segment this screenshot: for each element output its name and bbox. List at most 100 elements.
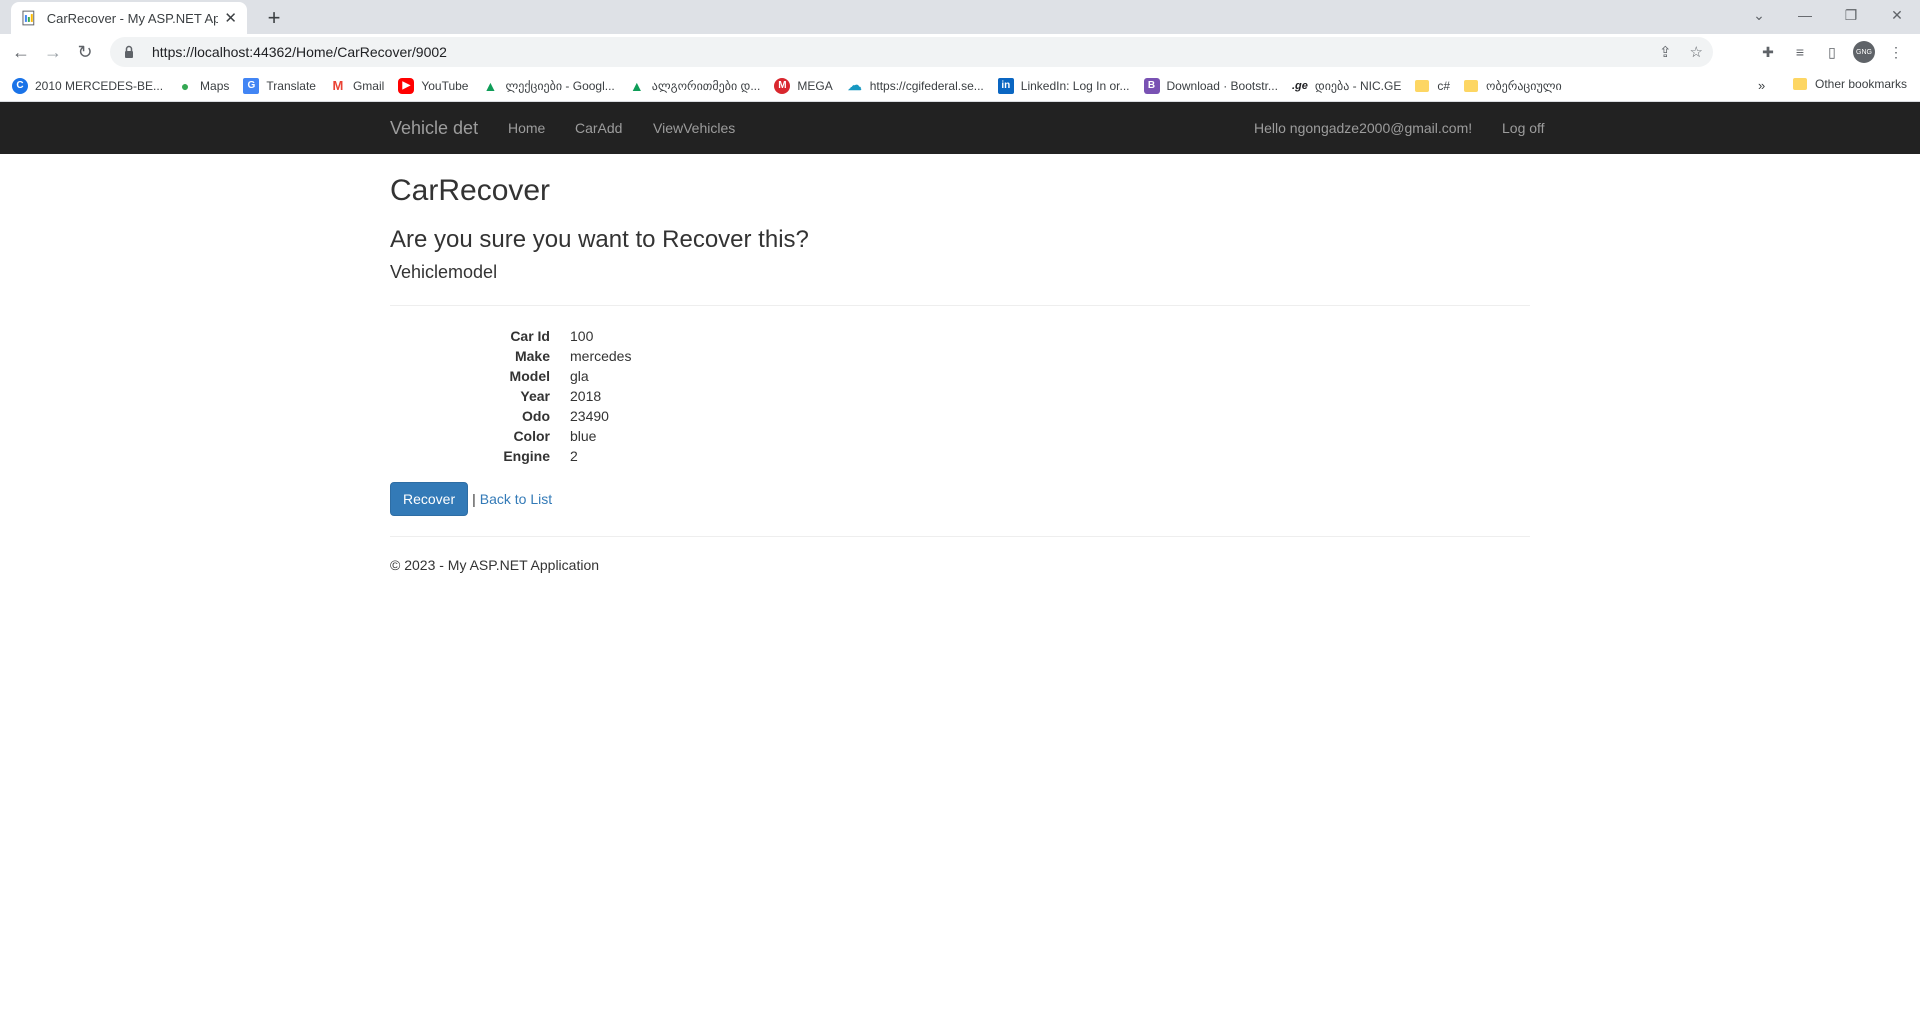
bookmarks-bar: C 2010 MERCEDES-BE... ● Maps G Translate MG…	[0, 70, 1920, 102]
form-actions: Recover | Back to List	[390, 482, 1530, 516]
tab-title: CarRecover - My ASP.NET Applic	[46, 10, 219, 26]
footer-copyright: © 2023 - My ASP.NET Application	[390, 557, 600, 573]
extensions-puzzle-icon[interactable]: ✚	[1756, 36, 1780, 68]
bookmark-item[interactable]: ☁ https://cgifederal.se...	[847, 77, 984, 94]
nav-link-home[interactable]: Home	[508, 120, 545, 136]
detail-label: Odo	[522, 408, 550, 424]
bookmark-item[interactable]: ● Maps	[177, 77, 230, 94]
web-page: Vehicle det Home CarAdd ViewVehicles Hel…	[0, 102, 1920, 1033]
back-to-list-link[interactable]: Back to List	[480, 491, 552, 507]
folder-icon	[1464, 79, 1479, 92]
restore-icon[interactable]: ❐	[1828, 0, 1874, 30]
detail-label: Make	[514, 348, 550, 364]
detail-value: blue	[570, 428, 597, 444]
recover-button[interactable]: Recover	[390, 482, 469, 516]
detail-label: Car Id	[510, 328, 550, 344]
translate-icon: G	[243, 77, 260, 94]
detail-row: Color blue	[390, 426, 1530, 446]
detail-value: 2018	[570, 388, 602, 404]
address-bar[interactable]: https://localhost:44362/Home/CarRecover/…	[110, 37, 1713, 67]
page-icon	[22, 10, 35, 26]
tab-close-icon[interactable]: ✕	[224, 9, 237, 27]
bookmark-item[interactable]: ▶ YouTube	[398, 77, 468, 94]
model-heading: Vehiclemodel	[390, 262, 498, 282]
tab-strip: CarRecover - My ASP.NET Applic ✕ + ⌄ — ❐…	[0, 0, 1920, 34]
window-close-icon[interactable]: ✕	[1874, 0, 1920, 30]
detail-row: Engine 2	[390, 446, 1530, 466]
bookmarks-overflow-icon[interactable]: »	[1758, 78, 1765, 93]
folder-icon	[1415, 79, 1430, 92]
body-content: CarRecover Are you sure you want to Reco…	[390, 154, 1530, 573]
divider	[390, 305, 1530, 306]
bookmark-item[interactable]: C 2010 MERCEDES-BE...	[12, 77, 163, 94]
nav-link-viewvehicles[interactable]: ViewVehicles	[653, 120, 735, 136]
drive-icon: ▲	[483, 77, 498, 94]
page-title: CarRecover	[390, 174, 551, 207]
url-text: https://localhost:44362/Home/CarRecover/…	[152, 44, 447, 60]
bookmark-item[interactable]: ▲ ალგორითმები დ...	[629, 78, 761, 94]
detail-label: Engine	[503, 448, 550, 464]
action-separator: |	[472, 491, 476, 507]
bookmark-item[interactable]: .ge დიება - NIC.GE	[1292, 78, 1401, 94]
detail-value: 100	[570, 328, 594, 344]
navbar-brand[interactable]: Vehicle det	[390, 118, 478, 139]
browser-toolbar: ← → ↻ https://localhost:44362/Home/CarRe…	[0, 34, 1920, 70]
minimize-icon[interactable]: —	[1782, 0, 1828, 30]
side-panel-icon[interactable]: ▯	[1820, 36, 1844, 68]
nav-link-caradd[interactable]: CarAdd	[575, 120, 622, 136]
forward-arrow-icon[interactable]: →	[37, 36, 69, 68]
window-controls: ⌄ — ❐ ✕	[1736, 0, 1920, 30]
details-section: Vehiclemodel Car Id 100 Make mercedes Mode…	[390, 262, 1530, 516]
tab-search-icon[interactable]: ⌄	[1736, 0, 1782, 30]
reading-list-icon[interactable]: ≡	[1788, 36, 1812, 68]
linkedin-icon: in	[997, 77, 1014, 94]
folder-icon	[1793, 78, 1807, 90]
bookmark-star-icon[interactable]: ☆	[1690, 43, 1703, 61]
menu-kebab-icon[interactable]: ⋮	[1884, 36, 1908, 68]
detail-row: Model gla	[390, 366, 1530, 386]
bootstrap-icon: B	[1143, 77, 1160, 94]
bookmark-item[interactable]: B Download · Bootstr...	[1143, 77, 1278, 94]
detail-row: Car Id 100	[390, 326, 1530, 346]
bookmark-item[interactable]: M MEGA	[774, 77, 833, 94]
new-tab-button[interactable]: +	[260, 4, 288, 32]
bookmark-item[interactable]: M Gmail	[330, 78, 385, 94]
detail-value: 2	[570, 448, 578, 464]
detail-value: gla	[570, 368, 589, 384]
nav-user-greeting[interactable]: Hello ngongadze2000@gmail.com!	[1254, 120, 1472, 136]
detail-value: 23490	[570, 408, 609, 424]
c-icon: C	[12, 77, 28, 94]
back-arrow-icon[interactable]: ←	[5, 36, 37, 68]
share-icon[interactable]: ⇪	[1659, 43, 1672, 61]
bookmark-folder[interactable]: ობერაციული	[1464, 79, 1562, 93]
footer-divider	[390, 536, 1530, 537]
profile-avatar[interactable]: GNG	[1852, 36, 1876, 68]
bookmark-item[interactable]: in LinkedIn: Log In or...	[997, 77, 1130, 94]
detail-label: Model	[509, 368, 550, 384]
omnibox-actions: ⇪ ☆	[1659, 43, 1703, 61]
profile-initials: GNG	[1853, 41, 1875, 63]
detail-row: Year 2018	[390, 386, 1530, 406]
bookmark-item[interactable]: G Translate	[243, 77, 316, 94]
details-list: Car Id 100 Make mercedes Model gla Year 2018…	[390, 326, 1530, 466]
youtube-icon: ▶	[398, 77, 415, 94]
confirm-question: Are you sure you want to Recover this?	[390, 226, 809, 253]
other-bookmarks[interactable]: Other bookmarks	[1793, 77, 1907, 91]
detail-value: mercedes	[570, 348, 632, 364]
extension-area: ✚ ≡ ▯ GNG ⋮	[1756, 36, 1908, 68]
bookmark-folder[interactable]: c#	[1415, 79, 1450, 93]
detail-row: Odo 23490	[390, 406, 1530, 426]
reload-icon[interactable]: ↻	[69, 36, 101, 68]
cloud-icon: ☁	[847, 77, 862, 93]
lock-icon	[125, 45, 133, 58]
drive-icon: ▲	[629, 77, 644, 94]
site-navbar: Vehicle det Home CarAdd ViewVehicles Hel…	[0, 102, 1920, 154]
detail-label: Color	[513, 428, 550, 444]
detail-row: Make mercedes	[390, 346, 1530, 366]
browser-tab[interactable]: CarRecover - My ASP.NET Applic ✕	[11, 2, 247, 34]
mega-icon: M	[774, 77, 791, 94]
gmail-icon: M	[332, 78, 344, 93]
maps-pin-icon: ●	[180, 77, 190, 94]
nav-logoff[interactable]: Log off	[1502, 120, 1545, 136]
bookmark-item[interactable]: ▲ ლექციები - Googl...	[482, 77, 615, 94]
